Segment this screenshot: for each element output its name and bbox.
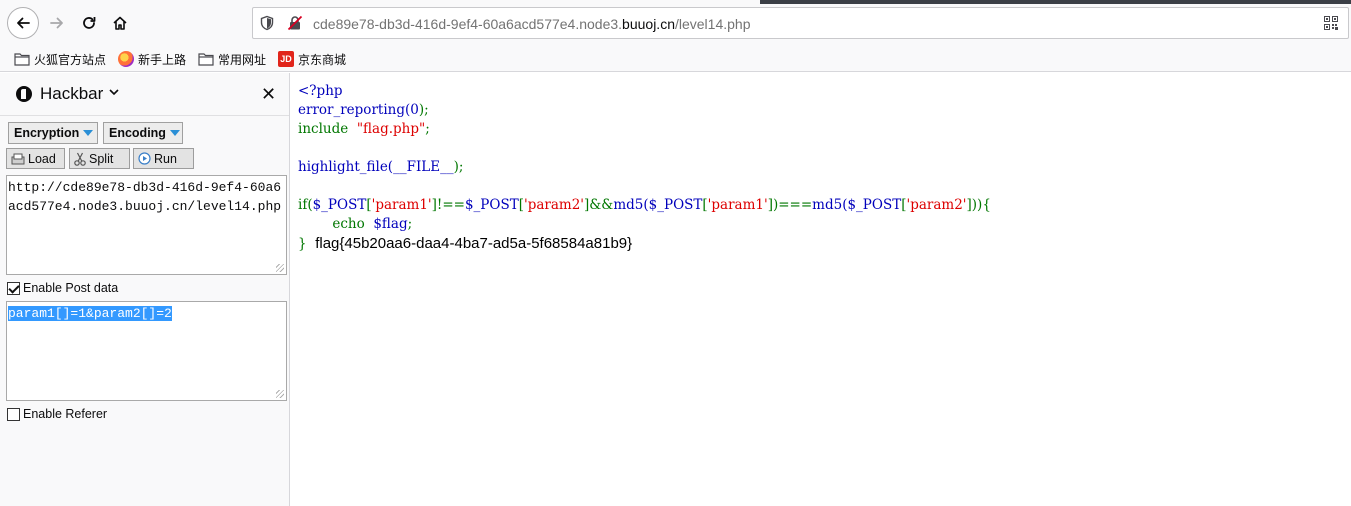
code-op: ]!== — [431, 197, 465, 213]
enable-referer-checkbox[interactable]: Enable Referer — [7, 407, 107, 421]
home-button[interactable] — [104, 7, 136, 39]
divider — [0, 115, 289, 116]
code-string: 'param1' — [371, 197, 432, 213]
encryption-label: Encryption — [14, 126, 80, 140]
code-op: ])=== — [767, 197, 813, 213]
checkbox-unchecked-icon[interactable] — [7, 407, 20, 421]
code-fn: md5( — [613, 197, 649, 213]
code-keyword: if( — [298, 197, 313, 213]
load-icon — [11, 153, 25, 164]
insecure-lock-icon[interactable] — [287, 15, 303, 31]
code-punct: ; — [407, 216, 413, 232]
code-var: $flag — [373, 216, 408, 232]
encoding-dropdown[interactable]: Encoding — [103, 122, 183, 144]
bookmark-getting-started[interactable]: 新手上路 — [118, 49, 186, 69]
forward-icon — [50, 17, 63, 29]
home-icon — [113, 16, 127, 30]
load-button[interactable]: Load — [6, 148, 65, 169]
code-fn: md5( — [812, 197, 848, 213]
back-icon — [17, 17, 30, 29]
page-content: <?php error_reporting(0); include "flag.… — [290, 73, 1351, 506]
code-num: 0 — [410, 102, 419, 118]
run-label: Run — [154, 151, 177, 166]
bookmark-label: 火狐官方站点 — [34, 52, 107, 67]
dropdown-arrow-icon — [169, 130, 180, 136]
hackbar-sidebar: Hackbar ✕ Encryption Encoding Load Split — [0, 73, 290, 506]
url-text[interactable]: cde89e78-db3d-416d-9ef4-60a6acd577e4.nod… — [313, 16, 751, 32]
enable-referer-label: Enable Referer — [23, 407, 108, 421]
browser-toolbar: cde89e78-db3d-416d-9ef4-60a6acd577e4.nod… — [0, 0, 1351, 46]
bookmark-label: 京东商城 — [298, 52, 347, 67]
bookmark-jd-mall[interactable]: JD 京东商城 — [278, 49, 346, 69]
url-domain: buuoj.cn — [622, 16, 675, 32]
code-op: ])){ — [966, 197, 991, 213]
bookmark-label: 新手上路 — [138, 52, 187, 67]
code-var: $_POST — [312, 197, 367, 213]
back-button[interactable] — [7, 7, 39, 39]
qr-code-icon[interactable] — [1324, 16, 1338, 30]
code-keyword: echo — [332, 216, 365, 232]
code-keyword: include — [298, 121, 349, 137]
bookmark-label: 常用网址 — [218, 52, 267, 67]
code-string: "flag.php" — [356, 121, 426, 137]
url-textarea[interactable]: http://cde89e78-db3d-416d-9ef4-60a6acd57… — [6, 175, 287, 275]
flag-output: flag{45b20aa6-daa4-4ba7-ad5a-5f68584a81b… — [315, 235, 633, 252]
sidebar-header: Hackbar ✕ — [0, 73, 289, 115]
bookmark-common-sites[interactable]: 常用网址 — [198, 49, 266, 69]
reload-icon — [83, 17, 96, 29]
enable-post-checkbox[interactable]: Enable Post data — [7, 281, 118, 295]
url-bar[interactable]: cde89e78-db3d-416d-9ef4-60a6acd577e4.nod… — [252, 7, 1349, 39]
load-label: Load — [28, 151, 56, 166]
resize-handle[interactable] — [276, 264, 284, 272]
shield-icon[interactable] — [259, 15, 275, 31]
code-string: 'param1' — [707, 197, 768, 213]
bookmarks-bar: 火狐官方站点 新手上路 常用网址 JD 京东商城 — [0, 46, 1351, 72]
code-string: 'param2' — [906, 197, 967, 213]
code-op: ]&& — [584, 197, 614, 213]
hackbar-logo-icon — [16, 86, 32, 102]
close-icon[interactable]: ✕ — [261, 85, 276, 103]
resize-handle[interactable] — [276, 390, 284, 398]
code-string: 'param2' — [524, 197, 585, 213]
code-var: $_POST — [847, 197, 902, 213]
encryption-dropdown[interactable]: Encryption — [8, 122, 98, 144]
reload-button[interactable] — [73, 7, 105, 39]
folder-icon — [198, 53, 214, 66]
bookmark-firefox-official[interactable]: 火狐官方站点 — [14, 49, 106, 69]
url-prefix: cde89e78-db3d-416d-9ef4-60a6acd577e4.nod… — [313, 16, 623, 32]
sidebar-title[interactable]: Hackbar — [40, 84, 103, 104]
code-punct: ); — [418, 102, 429, 118]
firefox-icon — [118, 51, 134, 67]
code-fn: highlight_file( — [298, 159, 394, 175]
code-punct: ; — [425, 121, 430, 137]
scissors-icon — [74, 152, 86, 166]
run-button[interactable]: Run — [133, 148, 194, 169]
enable-post-label: Enable Post data — [23, 281, 119, 295]
dropdown-arrow-icon — [83, 130, 94, 136]
forward-button[interactable] — [41, 7, 73, 39]
php-open-tag: <?php — [298, 83, 343, 99]
code-fn: error_reporting( — [298, 102, 411, 118]
url-path: /level14.php — [674, 16, 751, 32]
jd-icon: JD — [278, 51, 294, 67]
post-data-value: param1[]=1&param2[]=2 — [8, 306, 172, 321]
split-label: Split — [89, 151, 114, 166]
code-punct: ); — [453, 159, 464, 175]
code-var: $_POST — [648, 197, 703, 213]
split-button[interactable]: Split — [69, 148, 130, 169]
chevron-down-icon[interactable] — [109, 88, 119, 96]
php-source-code: <?php error_reporting(0); include "flag.… — [298, 83, 991, 252]
folder-icon — [14, 53, 30, 66]
url-textarea-value: http://cde89e78-db3d-416d-9ef4-60a6acd57… — [8, 180, 282, 214]
post-data-textarea[interactable]: param1[]=1&param2[]=2 — [6, 301, 287, 401]
checkbox-checked-icon[interactable] — [7, 281, 20, 295]
titlebar-strip — [760, 0, 1351, 4]
code-var: $_POST — [464, 197, 519, 213]
play-icon — [138, 152, 151, 165]
code-const: __FILE__ — [393, 159, 454, 175]
code-brace: } — [298, 236, 307, 252]
encoding-label: Encoding — [109, 126, 166, 140]
